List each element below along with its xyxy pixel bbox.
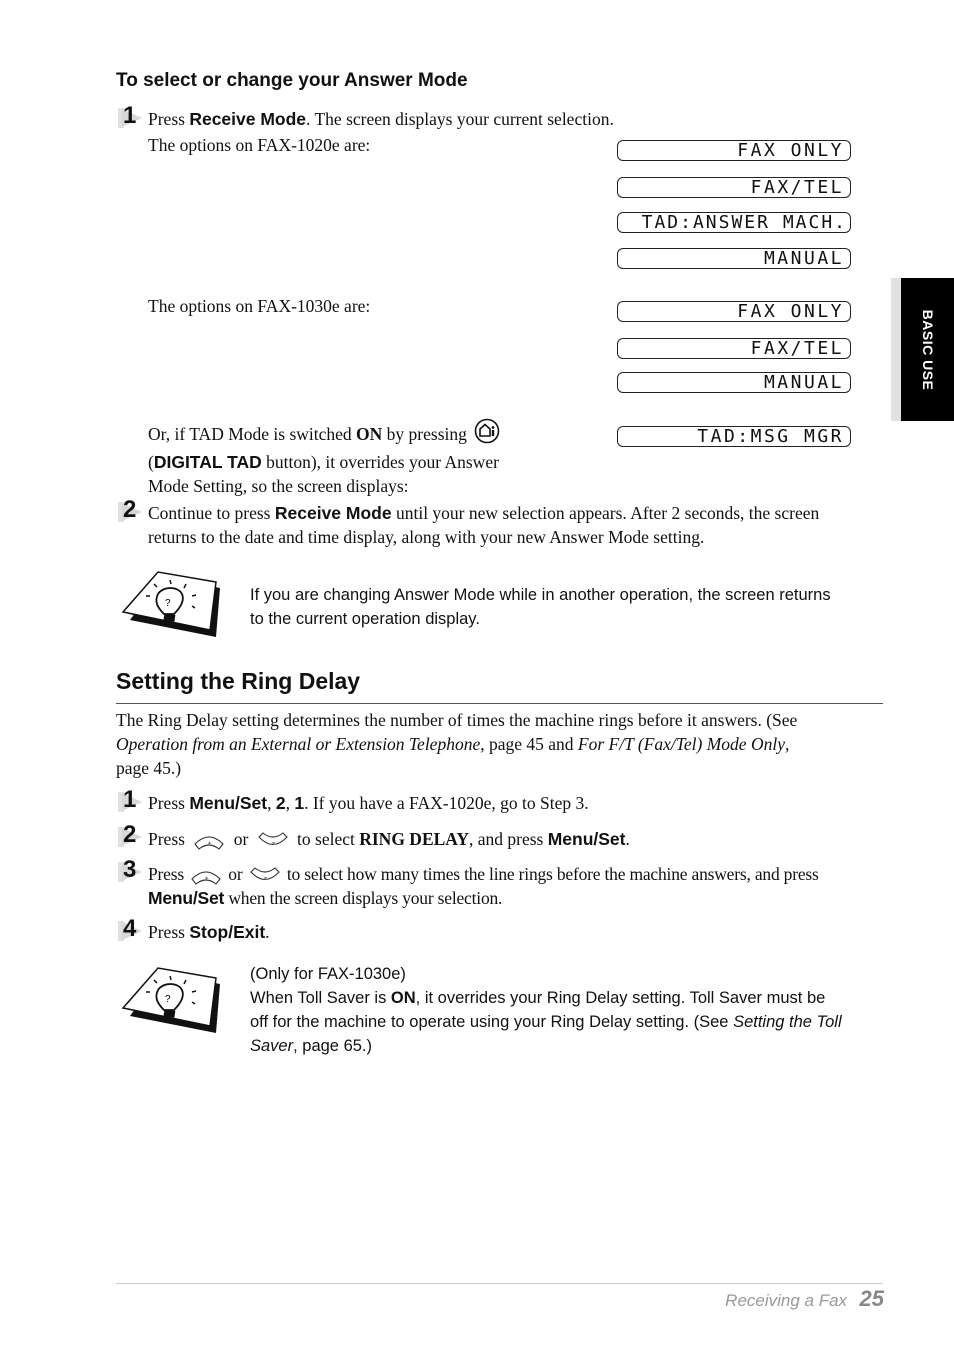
step-text: Press ▲ or ▼ to select how many times th… <box>148 864 819 908</box>
svg-text:?: ? <box>165 598 171 609</box>
lightbulb-note-icon: ? <box>118 570 222 647</box>
cross-reference-link[interactable]: Saver <box>250 1037 293 1055</box>
step-text: Press Receive Mode. The screen displays … <box>148 109 614 129</box>
step-number: 4 <box>118 915 152 945</box>
step-text: Press ▲ or ▼ to select RING DELAY, and p… <box>148 829 630 850</box>
footer-chapter-title: Receiving a Fax <box>725 1291 848 1310</box>
lcd-display: TAD:ANSWER MACH. <box>617 212 851 233</box>
svg-text:▼: ▼ <box>271 842 276 847</box>
step-number: 2 <box>118 496 152 526</box>
step-number: 3 <box>118 856 152 886</box>
digital-tad-icon <box>474 418 500 450</box>
lcd-display: TAD:MSG MGR <box>617 426 851 447</box>
page-number: 25 <box>859 1286 884 1311</box>
down-arrow-key-icon: ▼ <box>257 832 289 850</box>
page-footer: Receiving a Fax 25 <box>725 1286 884 1312</box>
side-tab-label: BASIC USE <box>920 309 936 391</box>
subsection-heading: To select or change your Answer Mode <box>116 70 468 91</box>
up-arrow-key-icon: ▲ <box>190 867 222 885</box>
lcd-display: MANUAL <box>617 372 851 393</box>
svg-text:▼: ▼ <box>263 877 268 882</box>
lcd-display: FAX/TEL <box>617 338 851 359</box>
step-text: Continue to press Receive Mode until you… <box>148 503 820 547</box>
cross-reference-link[interactable]: For F/T (Fax/Tel) Mode Only <box>578 734 785 754</box>
section-heading: Setting the Ring Delay <box>116 668 361 694</box>
options-label-1020e: The options on FAX-1020e are: <box>148 135 371 155</box>
step-number: 1 <box>118 102 152 132</box>
step-text: Press Menu/Set, 2, 1. If you have a FAX-… <box>148 793 589 813</box>
step-number: 1 <box>118 786 152 816</box>
note-text: (Only for FAX-1030e) When Toll Saver is … <box>250 965 842 1055</box>
svg-text:▲: ▲ <box>207 841 212 846</box>
svg-text:▲: ▲ <box>204 876 209 881</box>
up-arrow-key-icon: ▲ <box>193 832 225 850</box>
lightbulb-note-icon: ? <box>118 966 222 1043</box>
note-text: If you are changing Answer Mode while in… <box>250 586 831 628</box>
step-text: Press Stop/Exit. <box>148 922 270 942</box>
footer-rule <box>116 1283 883 1284</box>
tad-paragraph: Or, if TAD Mode is switched ON by pressi… <box>148 418 500 498</box>
cross-reference-link[interactable]: Operation from an External or Extension … <box>116 734 480 754</box>
down-arrow-key-icon: ▼ <box>249 867 281 885</box>
heading-rule <box>116 703 883 704</box>
lcd-display: FAX ONLY <box>617 301 851 322</box>
cross-reference-link[interactable]: Setting the Toll <box>733 1013 842 1031</box>
lcd-display: MANUAL <box>617 248 851 269</box>
step-number: 2 <box>118 821 152 851</box>
lcd-display: FAX ONLY <box>617 140 851 161</box>
intro-paragraph: The Ring Delay setting determines the nu… <box>116 710 798 778</box>
options-label-1030e: The options on FAX-1030e are: <box>148 296 371 316</box>
svg-text:?: ? <box>165 994 171 1005</box>
lcd-display: FAX/TEL <box>617 177 851 198</box>
chapter-side-tab: BASIC USE <box>891 278 954 421</box>
